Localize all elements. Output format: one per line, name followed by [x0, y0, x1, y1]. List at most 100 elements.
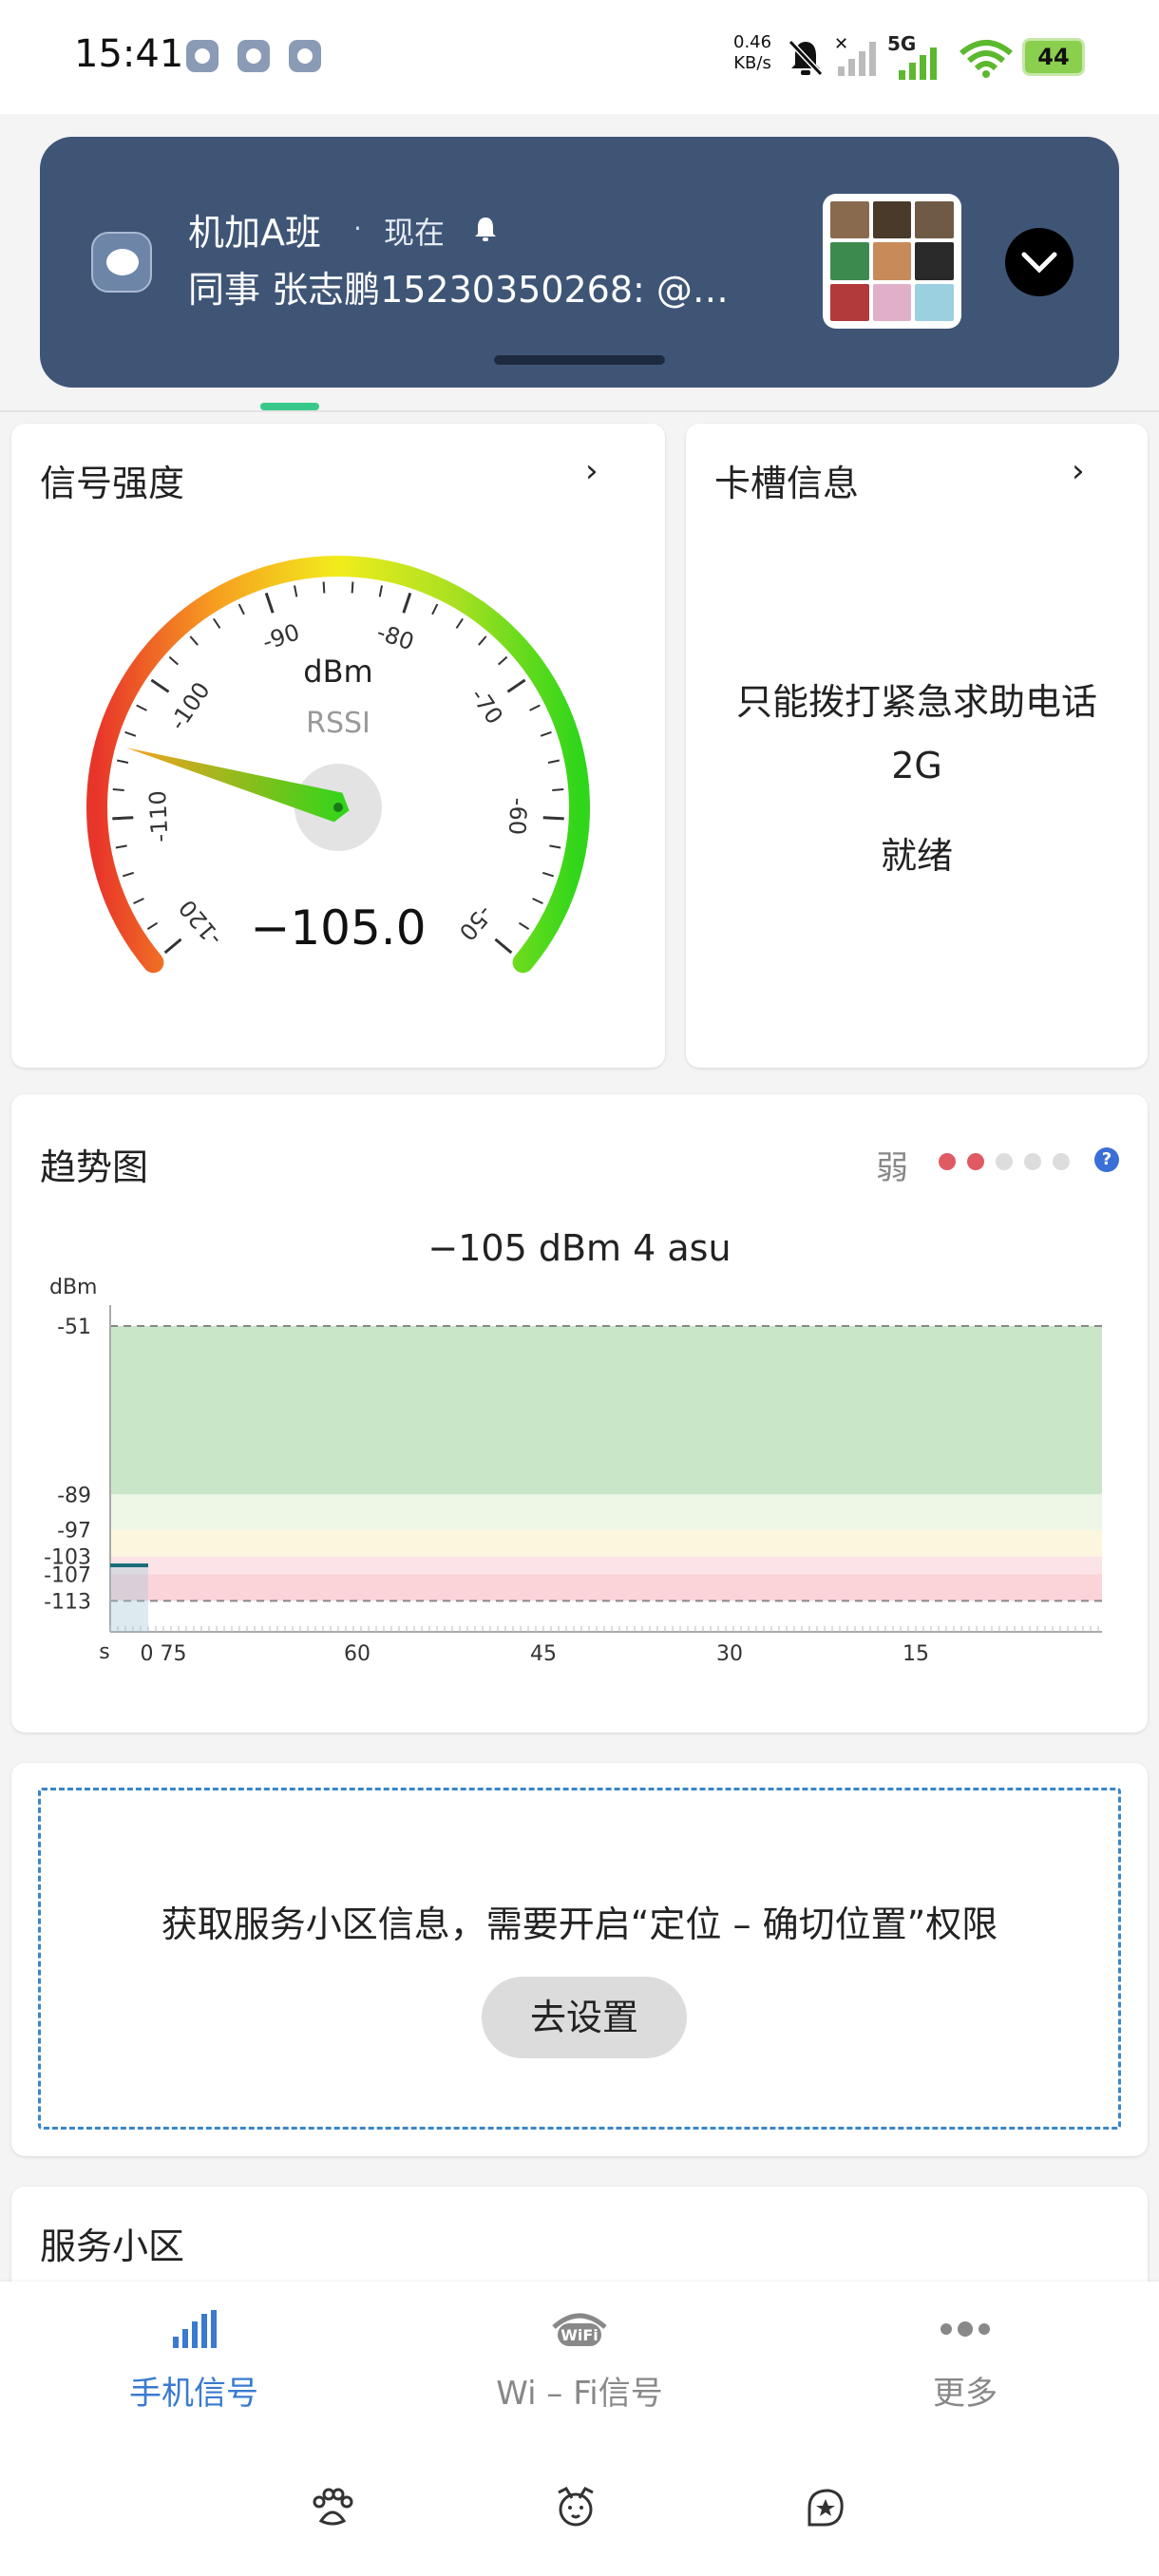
gauge-tick: [294, 585, 298, 597]
x-tick-label: 30: [716, 1642, 743, 1666]
tab-label: Wi – Fi信号: [496, 2375, 663, 2413]
gauge-tick-label: -90: [259, 618, 303, 655]
svg-text:WiFi: WiFi: [560, 2326, 598, 2344]
gauge-tick: [378, 585, 383, 597]
chat-app-icon: [186, 40, 218, 72]
tab-more[interactable]: 更多: [823, 2310, 1108, 2414]
battery-icon: 44: [1022, 38, 1085, 76]
series-area: [110, 1565, 148, 1632]
tab-label: 手机信号: [129, 2375, 258, 2413]
y-tick-label: -89: [57, 1484, 91, 1507]
gauge-tick: [115, 844, 127, 849]
signal-band: [110, 1326, 1102, 1495]
notification-banner[interactable]: 机加A班 · 现在 同事 张志鹏15230350268: @…: [40, 137, 1119, 388]
no-signal-icon: ✕: [834, 34, 876, 76]
alarm-bell-icon: [471, 215, 500, 250]
more-dots-icon: [940, 2321, 990, 2337]
gauge-tick: [549, 844, 561, 849]
gauge-tick: [351, 581, 354, 594]
gauge-tick: [542, 816, 564, 821]
chat-app-icon: [91, 232, 152, 293]
gauge-subtitle: RSSI: [306, 707, 370, 740]
tab-wifi-signal[interactable]: WiFi Wi – Fi信号: [437, 2310, 722, 2414]
signal-band: [110, 1556, 1102, 1575]
notification-separator: ·: [353, 213, 362, 244]
permission-box: 获取服务小区信息，需要开启“定位 – 确切位置”权限 去设置: [38, 1788, 1121, 2130]
gauge-tick: [322, 581, 326, 594]
wifi-icon: [960, 40, 1013, 78]
active-tab-indicator: [260, 403, 319, 410]
x-tick-label: 60: [344, 1642, 370, 1666]
paw-icon[interactable]: [308, 2483, 357, 2532]
gauge-tick: [189, 635, 199, 646]
dog-face-icon[interactable]: [551, 2483, 600, 2532]
tiktok-icon: [238, 40, 270, 72]
gauge-tick: [402, 592, 412, 614]
sim-slot-card[interactable]: 卡槽信息 › 只能拨打紧急求助电话 2G 就绪: [686, 424, 1148, 1068]
divider: [0, 410, 1159, 412]
gauge-tick-label: -80: [373, 618, 417, 655]
gauge-tick: [455, 617, 464, 629]
gauge-tick: [264, 592, 275, 614]
clock: 15:41: [74, 32, 184, 76]
thumbnail-grid: [823, 194, 961, 329]
net-speed: 0.46 KB/s: [733, 32, 772, 73]
x-axis-label: s: [99, 1640, 109, 1664]
card-title: 卡槽信息: [714, 463, 860, 504]
trend-chart-card: 趋势图 弱 ? −105 dBm 4 asu dBm -51 -89 -97 -103-…: [11, 1094, 1148, 1733]
expand-button[interactable]: [1005, 228, 1074, 296]
gauge-tick-label: -60: [504, 797, 532, 836]
signal-band: [110, 1574, 1102, 1601]
sim-state-line: 就绪: [880, 835, 953, 877]
go-settings-button[interactable]: 去设置: [482, 1977, 687, 2058]
rssi-gauge: -120-110-100-90 -80-70-60-50: [86, 556, 590, 974]
bottom-nav: 手机信号 WiFi Wi – Fi信号 更多: [0, 2282, 1159, 2576]
sim-status-line: 只能拨打紧急求助电话: [735, 681, 1097, 723]
wifi-badge-icon: WiFi: [552, 2313, 607, 2346]
card-title: 服务小区: [40, 2226, 185, 2267]
permission-message: 获取服务小区信息，需要开启“定位 – 确切位置”权限: [161, 1904, 998, 1945]
needle-center: [333, 803, 343, 812]
gauge-tick: [122, 871, 135, 878]
y-axis-label: dBm: [49, 1276, 98, 1299]
gauge-tick: [112, 816, 134, 821]
shield-off-icon: [289, 40, 321, 72]
x-tick-label: 0 75: [141, 1642, 187, 1666]
gauge-tick: [112, 788, 124, 791]
notification-title: 机加A班: [188, 212, 321, 254]
gauge-tick-label: -110: [144, 790, 174, 843]
chevron-down-icon: [1021, 252, 1057, 274]
svg-text:✕: ✕: [834, 34, 848, 54]
permission-card: 获取服务小区信息，需要开启“定位 – 确切位置”权限 去设置: [11, 1763, 1148, 2156]
signal-strength-card[interactable]: 信号强度 › -120 -110 -100 -90 -80 -70 -60 -50 dBm R…: [11, 424, 665, 1068]
x-tick-label: 45: [530, 1642, 557, 1666]
y-tick-label: -97: [57, 1520, 91, 1544]
gauge-tick: [238, 603, 245, 616]
gauge-value: −105.0: [250, 900, 427, 956]
y-tick-label: -113: [44, 1590, 91, 1614]
y-tick-label: -51: [57, 1316, 91, 1339]
status-bar: 15:41 0.46 KB/s ✕ 5G 44: [0, 0, 1159, 114]
drag-handle[interactable]: [494, 355, 665, 365]
gauge-tick: [213, 617, 221, 629]
gauge-tick: [478, 635, 487, 646]
y-tick-label: -107: [44, 1563, 91, 1587]
gauge-tick: [116, 759, 129, 764]
notification-message: 同事 张志鹏15230350268: @…: [188, 269, 729, 311]
signal-band: [110, 1529, 1102, 1557]
gauge-unit: dBm: [303, 653, 373, 690]
tab-phone-signal[interactable]: 手机信号: [51, 2310, 336, 2414]
gauge-tick: [547, 759, 560, 764]
signal-band: [110, 1494, 1102, 1530]
sim-network-line: 2G: [891, 745, 942, 786]
mute-bell-icon: [788, 39, 824, 77]
star-back-icon[interactable]: [800, 2483, 849, 2532]
x-tick-label: 15: [902, 1642, 929, 1666]
signal-bars-icon: [173, 2310, 217, 2348]
gauge-tick: [552, 788, 564, 791]
gauge-tick: [431, 603, 439, 616]
chevron-right-icon[interactable]: ›: [1072, 452, 1085, 490]
gauge-tick: [542, 871, 555, 878]
notification-time: 现在: [384, 215, 446, 251]
trend-chart: dBm-51-89-97-103-107-113s 0 75 60 45 30 15: [44, 1276, 1102, 1666]
